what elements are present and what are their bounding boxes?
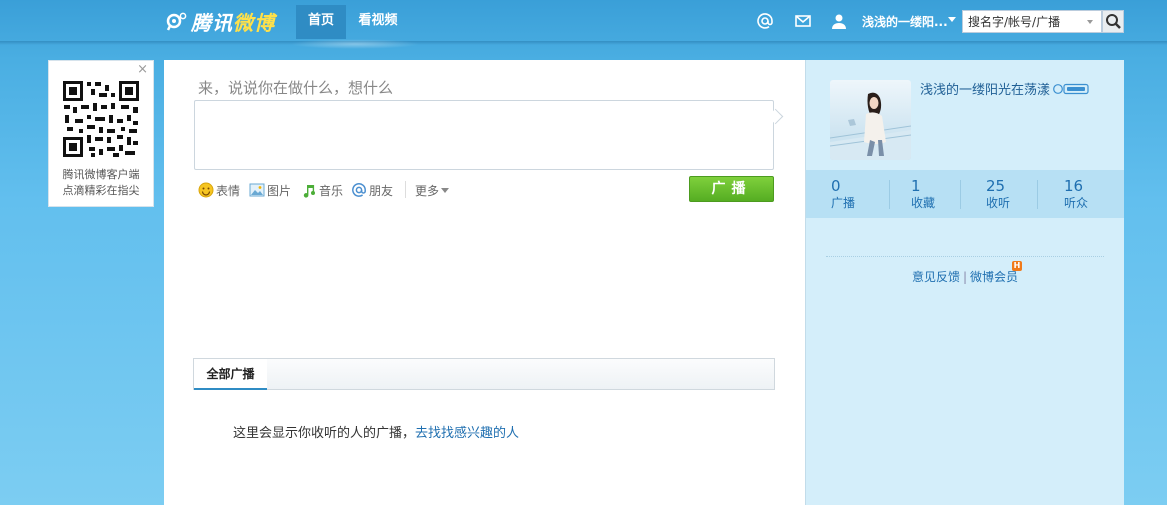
avatar[interactable] [830,80,911,160]
tool-divider [405,181,406,198]
stat-favorites-value: 1 [911,177,921,195]
qr-caption-line1: 腾讯微博客户端 [62,168,140,181]
tool-more[interactable]: 更多 [415,182,450,198]
composer-prompt: 来，说说你在做什么，想什么 [198,79,394,97]
feed-tab-bar: 全部广播 [193,358,775,390]
chevron-down-icon [441,187,450,193]
find-people-link[interactable]: 去找找感兴趣的人 [415,426,519,441]
link-separator: | [962,270,968,284]
qr-caption-line2: 点滴精彩在指尖 [62,184,140,197]
active-tab-indicator [194,388,267,390]
top-nav-bar: 腾讯微博 首页 看视频 浅浅的一缕阳... [0,0,1167,41]
tool-more-label: 更多 [415,183,440,198]
main-content-panel: 来，说说你在做什么，想什么 表情 图片 音乐 朋友 更多 广播 全部广播 这里会… [164,60,805,505]
tool-emoticon[interactable]: 表情 [198,182,240,198]
tool-friend-label: 朋友 [369,183,394,198]
close-icon[interactable]: × [137,62,148,77]
user-icon[interactable] [830,12,848,30]
stat-followers-value: 16 [1064,177,1084,195]
sidebar-links: 意见反馈 | 微博会员 [806,268,1124,285]
search-icon [1106,14,1121,29]
stat-divider [960,180,961,209]
weibo-logo-icon [166,10,188,32]
user-name-menu[interactable]: 浅浅的一缕阳... [862,13,948,30]
nav-active-glow [290,39,420,49]
tool-image[interactable]: 图片 [249,182,291,198]
mail-icon[interactable] [794,12,812,30]
nav-tab-home[interactable]: 首页 [296,5,346,39]
tool-image-label: 图片 [267,183,292,198]
search-box [962,10,1102,33]
stat-broadcasts[interactable]: 0 广播 [831,177,891,211]
empty-feed-text: 这里会显示你收听的人的广播， [233,426,416,441]
profile-sidebar: 浅浅的一缕阳光在荡漾 0 广播 1 收藏 25 收听 16 听众 意见反馈 | 微博… [805,60,1124,505]
image-icon [249,182,265,198]
qr-download-card: × 腾讯微博客户端 点滴精彩在指尖 [48,60,154,207]
search-scope-caret-icon[interactable] [1087,20,1093,24]
broadcast-submit-button[interactable]: 广播 [689,176,774,202]
qr-caption: 腾讯微博客户端 点滴精彩在指尖 [53,167,149,199]
vip-badge: H [1012,261,1022,271]
post-textarea[interactable] [194,100,784,170]
stat-broadcasts-value: 0 [831,177,841,195]
tool-emoticon-label: 表情 [216,183,241,198]
stat-favorites-label: 收藏 [911,196,936,210]
stat-followers[interactable]: 16 听众 [1064,177,1124,211]
feedback-link[interactable]: 意见反馈 [912,270,960,284]
tool-music-label: 音乐 [319,183,344,198]
profile-stats: 0 广播 1 收藏 25 收听 16 听众 [806,170,1124,218]
stat-favorites[interactable]: 1 收藏 [911,177,971,211]
stat-divider [889,180,890,209]
at-mention-icon[interactable] [756,12,774,30]
tencent-weibo-logo[interactable]: 腾讯微博 [166,8,275,35]
logo-text: 腾讯微博 [191,10,275,35]
smile-icon [198,182,214,198]
tool-friend[interactable]: 朋友 [351,182,393,198]
tool-music[interactable]: 音乐 [301,182,343,198]
at-icon [351,182,367,198]
profile-name-text: 浅浅的一缕阳光在荡漾 [920,83,1051,98]
sidebar-divider [826,256,1104,257]
music-icon [301,182,317,198]
level-badge-icon[interactable] [1053,83,1089,99]
tab-all-broadcasts[interactable]: 全部广播 [194,359,267,389]
profile-name[interactable]: 浅浅的一缕阳光在荡漾 [920,79,1089,99]
nav-tab-video[interactable]: 看视频 [350,5,406,39]
stat-broadcasts-label: 广播 [831,196,856,210]
stat-divider [1037,180,1038,209]
chevron-down-icon[interactable] [948,17,956,22]
post-box-notch [767,108,784,125]
stat-followers-label: 听众 [1064,196,1089,210]
vip-link[interactable]: 微博会员 [970,270,1018,284]
search-input[interactable] [963,11,1086,32]
empty-feed-message: 这里会显示你收听的人的广播，去找找感兴趣的人 [233,422,519,441]
qr-code-image [61,79,141,159]
topbar-shadow [0,41,1167,45]
search-button[interactable] [1102,10,1124,33]
